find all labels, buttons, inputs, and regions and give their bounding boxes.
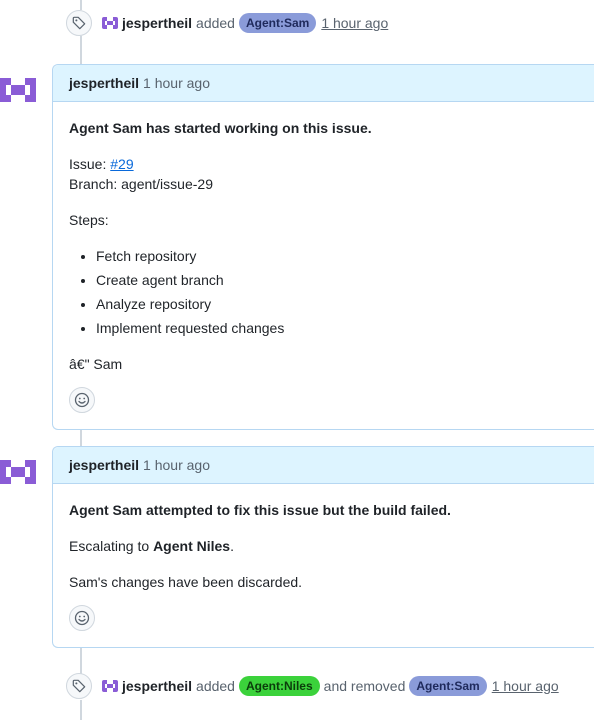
list-item: Fetch repository [96,244,580,268]
issue-link[interactable]: #29 [110,156,133,172]
avatar[interactable] [102,17,118,29]
comment-header: jespertheil 1 hour ago [53,65,594,102]
tag-icon [66,673,92,699]
escalate-target: Agent Niles [153,538,231,554]
branch-text: Branch: agent/issue-29 [69,176,213,192]
signature: â€" Sam [69,356,123,372]
avatar[interactable] [0,447,37,485]
escalate-suffix: . [230,538,234,554]
comment-card: jespertheil 1 hour ago Agent Sam has sta… [52,64,594,430]
timeline-event-label-changed: jespertheil added Agent:Niles and remove… [66,672,559,700]
list-item: Analyze repository [96,292,580,316]
event-verb: added [196,678,235,694]
timeline-line [80,648,82,674]
smiley-icon [74,392,90,408]
tag-icon [66,10,92,36]
issue-label: Issue: [69,156,107,172]
comment-header: jespertheil 1 hour ago [53,447,594,484]
comment-author[interactable]: jespertheil [69,457,139,473]
comment-timestamp[interactable]: 1 hour ago [143,457,210,473]
comment-title: Agent Sam attempted to fix this issue bu… [69,502,451,518]
comment-timestamp[interactable]: 1 hour ago [143,75,210,91]
timeline-event-label-added: jespertheil added Agent:Sam 1 hour ago [66,9,388,37]
comment-author[interactable]: jespertheil [69,75,139,91]
avatar[interactable] [102,680,118,692]
comment-card: jespertheil 1 hour ago Agent Sam attempt… [52,446,594,648]
timeline-line [80,700,82,720]
list-item: Implement requested changes [96,316,580,340]
steps-title: Steps: [69,212,109,228]
comment-title: Agent Sam has started working on this is… [69,120,372,136]
actor-link[interactable]: jespertheil [122,15,192,31]
avatar[interactable] [0,65,37,103]
escalate-text: Escalating to [69,538,150,554]
comment-body: Agent Sam has started working on this is… [53,118,594,374]
label-agent-sam[interactable]: Agent:Sam [409,676,487,696]
timestamp-link[interactable]: 1 hour ago [321,15,388,31]
timestamp-link[interactable]: 1 hour ago [492,678,559,694]
label-agent-niles[interactable]: Agent:Niles [238,676,320,696]
comment-body: Agent Sam attempted to fix this issue bu… [53,500,594,592]
event-verb: added [196,15,235,31]
add-reaction-button[interactable] [69,387,95,413]
timeline-line [80,36,82,66]
add-reaction-button[interactable] [69,605,95,631]
list-item: Create agent branch [96,268,580,292]
steps-list: Fetch repository Create agent branch Ana… [69,244,580,340]
label-agent-sam[interactable]: Agent:Sam [238,13,317,33]
event-verb-removed: and removed [323,678,406,694]
actor-link[interactable]: jespertheil [122,678,192,694]
discarded-text: Sam's changes have been discarded. [69,574,303,590]
smiley-icon [74,610,90,626]
